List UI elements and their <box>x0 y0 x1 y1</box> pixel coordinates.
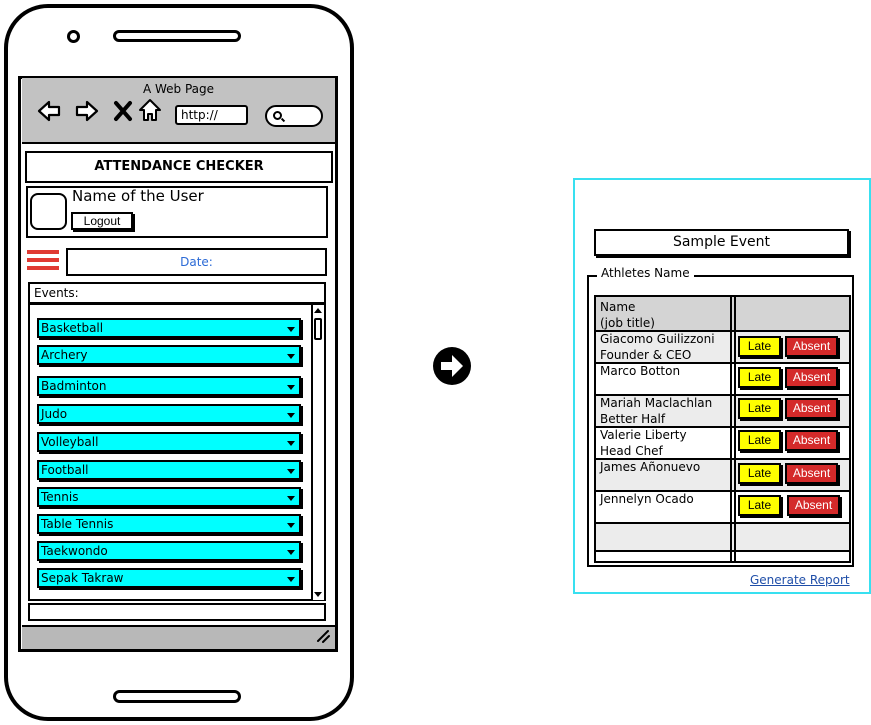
athlete-name: Giacomo Guilizzoni <box>600 332 715 346</box>
event-label: Archery <box>41 348 88 362</box>
late-button[interactable]: Late <box>738 463 781 484</box>
arrow-right-icon <box>433 347 471 385</box>
chevron-down-icon <box>287 496 295 501</box>
event-dropdown[interactable]: Basketball <box>37 318 301 338</box>
event-label: Basketball <box>41 321 104 335</box>
column-divider <box>734 297 736 561</box>
header-name-label: Name <box>600 300 636 314</box>
chevron-down-icon <box>287 469 295 474</box>
event-dropdown[interactable]: Football <box>37 460 301 480</box>
scroll-down-icon[interactable] <box>314 592 322 597</box>
late-button[interactable]: Late <box>738 495 781 516</box>
search-input[interactable] <box>265 105 323 127</box>
event-label: Sepak Takraw <box>41 571 124 585</box>
search-icon <box>273 111 282 120</box>
date-field[interactable]: Date: <box>66 248 327 276</box>
logout-button[interactable]: Logout <box>71 212 133 230</box>
home-bar[interactable] <box>113 690 241 703</box>
chevron-down-icon <box>287 441 295 446</box>
athletes-group-label: Athletes Name <box>597 266 694 280</box>
athlete-name: Marco Botton <box>600 364 681 378</box>
athlete-cell: Jennelyn Ocado <box>600 491 694 507</box>
athlete-cell: James Añonuevo <box>600 459 700 475</box>
event-dropdown[interactable]: Taekwondo <box>37 541 301 561</box>
user-name: Name of the User <box>72 187 204 205</box>
chevron-down-icon <box>287 577 295 582</box>
table-row <box>596 522 849 550</box>
event-label: Tennis <box>41 490 79 504</box>
url-input[interactable]: http:// <box>175 105 248 125</box>
athlete-cell: Giacomo Guilizzoni Founder & CEO <box>600 331 715 363</box>
athlete-title: Head Chef <box>600 444 663 458</box>
chevron-down-icon <box>287 354 295 359</box>
athlete-cell: Mariah Maclachlan Better Half <box>600 395 712 427</box>
event-label: Judo <box>41 407 68 421</box>
absent-button[interactable]: Absent <box>787 495 840 516</box>
event-label: Football <box>41 463 89 477</box>
event-dropdown[interactable]: Table Tennis <box>37 514 301 534</box>
athlete-title: Better Half <box>600 412 666 426</box>
absent-button[interactable]: Absent <box>785 430 838 451</box>
absent-button[interactable]: Absent <box>785 398 838 419</box>
event-dropdown[interactable]: Volleyball <box>37 432 301 452</box>
events-list: Basketball Archery Badminton Judo Volley… <box>28 303 326 601</box>
event-dropdown[interactable]: Badminton <box>37 376 301 396</box>
athlete-title: Founder & CEO <box>600 348 692 362</box>
athlete-name: Valerie Liberty <box>600 428 687 442</box>
header-name: Name (job title) <box>600 299 655 331</box>
chevron-down-icon <box>287 385 295 390</box>
speaker-icon <box>113 30 241 42</box>
absent-button[interactable]: Absent <box>785 336 838 357</box>
browser-title: A Web Page <box>142 82 215 96</box>
chevron-down-icon <box>287 523 295 528</box>
event-dropdown[interactable]: Tennis <box>37 487 301 507</box>
athlete-cell: Valerie Liberty Head Chef <box>600 427 687 459</box>
chevron-down-icon <box>287 550 295 555</box>
close-icon[interactable] <box>110 98 136 124</box>
chevron-down-icon <box>287 413 295 418</box>
athlete-name: James Añonuevo <box>600 460 701 474</box>
event-label: Table Tennis <box>41 517 114 531</box>
chevron-down-icon <box>287 327 295 332</box>
late-button[interactable]: Late <box>738 430 781 451</box>
event-title: Sample Event <box>594 229 849 256</box>
header-job-label: (job title) <box>600 316 655 330</box>
menu-icon[interactable] <box>27 250 59 276</box>
app-title: ATTENDANCE CHECKER <box>25 151 333 183</box>
bottom-field <box>28 603 326 621</box>
athlete-name: Jennelyn Ocado <box>600 492 694 506</box>
resize-grip-icon[interactable] <box>316 629 330 643</box>
event-label: Taekwondo <box>41 544 108 558</box>
generate-report-link[interactable]: Generate Report <box>750 573 850 587</box>
late-button[interactable]: Late <box>738 336 781 357</box>
back-arrow-icon[interactable] <box>36 98 62 124</box>
event-dropdown[interactable]: Sepak Takraw <box>37 568 301 588</box>
absent-button[interactable]: Absent <box>785 367 838 388</box>
status-bar <box>22 625 335 649</box>
camera-icon <box>67 30 80 43</box>
home-icon[interactable] <box>137 97 163 123</box>
late-button[interactable]: Late <box>738 398 781 419</box>
event-label: Badminton <box>41 379 107 393</box>
absent-button[interactable]: Absent <box>785 463 838 484</box>
event-dropdown[interactable]: Archery <box>37 345 301 365</box>
table-row <box>596 550 849 561</box>
event-dropdown[interactable]: Judo <box>37 404 301 424</box>
late-button[interactable]: Late <box>738 367 781 388</box>
forward-arrow-icon[interactable] <box>74 98 100 124</box>
athlete-name: Mariah Maclachlan <box>600 396 713 410</box>
scroll-thumb[interactable] <box>314 318 322 340</box>
events-label: Events: <box>28 282 326 304</box>
column-divider <box>730 297 732 561</box>
avatar <box>30 193 67 230</box>
scroll-up-icon[interactable] <box>314 308 322 313</box>
scrollbar[interactable] <box>311 305 324 600</box>
event-label: Volleyball <box>41 435 99 449</box>
athlete-cell: Marco Botton <box>600 363 680 379</box>
